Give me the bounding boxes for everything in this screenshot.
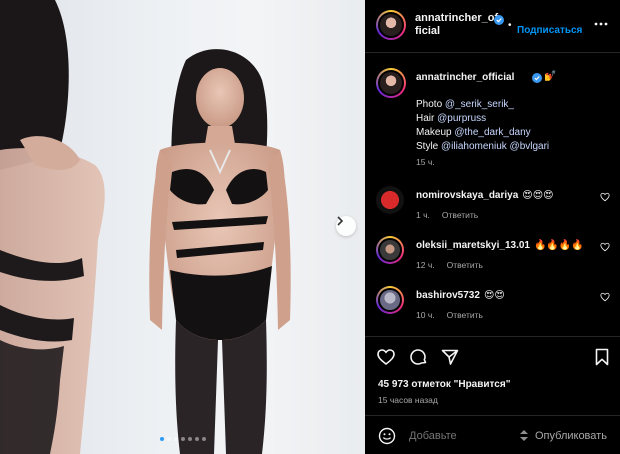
comment-meta: 1 ч. Ответить	[416, 210, 478, 220]
mention-link[interactable]: @iliahomeniuk	[441, 141, 507, 152]
bookmark-icon[interactable]	[592, 347, 612, 367]
carousel-dot	[201, 437, 206, 441]
commenter-avatar[interactable]	[376, 286, 404, 314]
comment-body: 🔥🔥🔥🔥	[533, 240, 584, 251]
comment-text: bashirov5732 😍😍	[416, 290, 505, 301]
comment-meta: 12 ч. Ответить	[416, 260, 483, 270]
caption-text: Photo @_serik_serik_ Hair @purpruss Make…	[416, 98, 549, 154]
photo-image	[0, 0, 291, 454]
sort-icon	[520, 430, 528, 441]
emoji-icon[interactable]	[377, 426, 397, 446]
caption-username[interactable]: annatrincher_official	[416, 72, 514, 83]
reply-button[interactable]: Ответить	[447, 260, 483, 270]
carousel-dot	[187, 437, 192, 441]
caption-line-label: Makeup	[416, 127, 455, 138]
heart-icon[interactable]	[600, 242, 610, 252]
comment-item: nomirovskaya_dariya 😍😍😍 1 ч. Ответить	[365, 186, 620, 226]
author-username-line2: ficial	[415, 25, 441, 37]
publish-button[interactable]: Опубликовать	[535, 430, 607, 442]
caption-line: Hair @purpruss	[416, 112, 549, 126]
comment-item: oleksii_maretskyi_13.01 🔥🔥🔥🔥 12 ч. Ответит…	[365, 236, 620, 276]
carousel-dot	[173, 437, 178, 441]
comment-body: 😍😍	[483, 290, 505, 301]
comment-text: nomirovskaya_dariya 😍😍😍	[416, 190, 554, 201]
caption-line: Style @iliahomeniuk @bvlgari	[416, 140, 549, 154]
caption-timestamp[interactable]: 15 ч.	[416, 157, 435, 167]
mention-link[interactable]: @the_dark_dany	[454, 127, 530, 138]
caption-line: Photo @_serik_serik_	[416, 98, 549, 112]
comment-body: 😍😍😍	[522, 190, 554, 201]
heart-icon[interactable]	[600, 292, 610, 302]
share-icon[interactable]	[440, 347, 460, 367]
comment-text: oleksii_maretskyi_13.01 🔥🔥🔥🔥	[416, 240, 584, 251]
carousel-indicator	[0, 437, 365, 441]
post-actions: 45 973 отметок "Нравится" 15 часов назад…	[365, 336, 620, 454]
likes-count[interactable]: 45 973 отметок "Нравится"	[378, 379, 510, 390]
heart-icon[interactable]	[600, 192, 610, 202]
commenter-username[interactable]: nomirovskaya_dariya	[416, 190, 518, 201]
separator-dot: •	[508, 20, 512, 31]
reply-button[interactable]: Ответить	[442, 210, 478, 220]
next-photo-button[interactable]	[336, 216, 356, 236]
commenter-username[interactable]: bashirov5732	[416, 290, 480, 301]
post-time[interactable]: 15 часов назад	[378, 395, 438, 405]
comment-time[interactable]: 12 ч.	[416, 260, 435, 270]
mention-link[interactable]: @bvlgari	[510, 141, 550, 152]
mention-link[interactable]: @purpruss	[437, 113, 486, 124]
mention-link[interactable]: @_serik_serik_	[445, 99, 514, 110]
carousel-dot	[194, 437, 199, 441]
post-media[interactable]	[0, 0, 365, 454]
caption-emoji: 💅	[544, 71, 557, 82]
carousel-dot	[166, 437, 171, 441]
comment-time[interactable]: 1 ч.	[416, 210, 430, 220]
post-details-panel: annatrincher_of ficial • Подписаться ann…	[365, 0, 620, 454]
comment-time[interactable]: 10 ч.	[416, 310, 435, 320]
author-avatar[interactable]	[376, 10, 406, 40]
heart-icon[interactable]	[376, 347, 396, 367]
comment-icon[interactable]	[408, 347, 428, 367]
comment-composer: Опубликовать	[365, 415, 620, 454]
comment-meta: 10 ч. Ответить	[416, 310, 483, 320]
caption-line: Makeup @the_dark_dany	[416, 126, 549, 140]
caption-line-label: Photo	[416, 99, 445, 110]
chevron-right-icon	[337, 216, 344, 226]
caption-avatar[interactable]	[376, 68, 406, 98]
verified-icon	[532, 73, 542, 83]
more-icon[interactable]	[594, 17, 608, 31]
verified-icon	[494, 15, 504, 25]
comment-item: bashirov5732 😍😍 10 ч. Ответить	[365, 286, 620, 326]
caption-line-label: Style	[416, 141, 442, 152]
caption-line-label: Hair	[416, 113, 438, 124]
carousel-dot	[159, 437, 164, 441]
commenter-username[interactable]: oleksii_maretskyi_13.01	[416, 240, 530, 251]
post-header: annatrincher_of ficial • Подписаться	[365, 0, 620, 53]
reply-button[interactable]: Ответить	[447, 310, 483, 320]
follow-button[interactable]: Подписаться	[517, 25, 582, 36]
comment-input[interactable]	[409, 430, 509, 442]
carousel-dot	[180, 437, 185, 441]
commenter-avatar[interactable]	[376, 236, 404, 264]
commenter-avatar[interactable]	[376, 186, 404, 214]
